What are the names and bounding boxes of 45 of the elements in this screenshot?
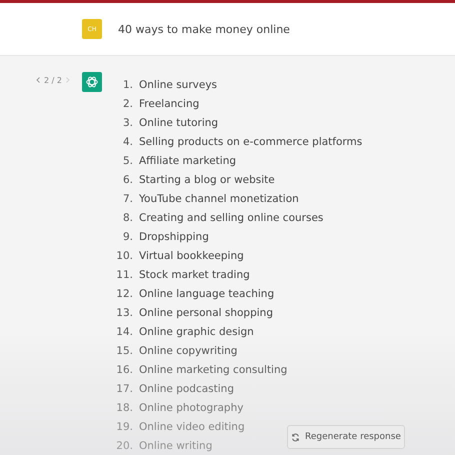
list-item-text: Online tutoring bbox=[139, 116, 218, 128]
list-item-text: Online writing bbox=[139, 440, 212, 452]
list-item-text: Online podcasting bbox=[139, 382, 234, 394]
list-number: 20. bbox=[115, 440, 134, 452]
refresh-icon bbox=[291, 432, 300, 442]
list-item-text: Online video editing bbox=[139, 420, 245, 432]
list-item-text: Online surveys bbox=[139, 78, 218, 90]
list-item-text: Freelancing bbox=[139, 98, 200, 110]
list-number: 1. bbox=[122, 78, 134, 90]
list-number: 14. bbox=[115, 326, 134, 338]
previous-icon[interactable] bbox=[36, 77, 40, 83]
prompt-text: 40 ways to make money online bbox=[118, 22, 290, 36]
list-number: 9. bbox=[122, 230, 134, 242]
list-number: 15. bbox=[115, 344, 134, 356]
list-item-text: Online personal shopping bbox=[139, 306, 274, 318]
list-item-text: YouTube channel monetization bbox=[139, 192, 299, 204]
list-number: 16. bbox=[115, 364, 134, 376]
list-number: 8. bbox=[122, 212, 134, 224]
list-number: 18. bbox=[115, 402, 134, 414]
list-number: 4. bbox=[122, 136, 134, 148]
list-item-text: Starting a blog or website bbox=[139, 174, 275, 186]
list-item-text: Online graphic design bbox=[139, 326, 254, 338]
list-number: 2. bbox=[122, 98, 134, 110]
list-number: 11. bbox=[115, 268, 134, 280]
response-pager: 2 / 2 bbox=[44, 76, 62, 84]
list-item-text: Stock market trading bbox=[139, 268, 250, 280]
list-number: 5. bbox=[122, 154, 134, 166]
regenerate-button[interactable]: Regenerate response bbox=[287, 425, 405, 449]
list-item-text: Dropshipping bbox=[139, 230, 209, 242]
list-item-text: Affiliate marketing bbox=[139, 154, 236, 166]
list-number: 7. bbox=[122, 192, 134, 204]
list-item-text: Creating and selling online courses bbox=[139, 212, 324, 224]
list-number: 17. bbox=[115, 382, 134, 394]
list-item-text: Online copywriting bbox=[139, 344, 238, 356]
list-number: 12. bbox=[115, 288, 134, 300]
list-item-text: Online language teaching bbox=[139, 288, 274, 300]
list-item-text: Selling products on e-commerce platforms bbox=[139, 136, 362, 148]
list-number: 13. bbox=[115, 306, 134, 318]
list-item-text: Online marketing consulting bbox=[139, 364, 288, 376]
list-number: 10. bbox=[115, 250, 134, 262]
list-number: 6. bbox=[122, 174, 134, 186]
list-item-text: Online photography bbox=[139, 402, 244, 414]
list-number: 19. bbox=[115, 420, 134, 432]
list-number: 3. bbox=[122, 116, 134, 128]
list-item-text: Virtual bookkeeping bbox=[139, 250, 244, 262]
